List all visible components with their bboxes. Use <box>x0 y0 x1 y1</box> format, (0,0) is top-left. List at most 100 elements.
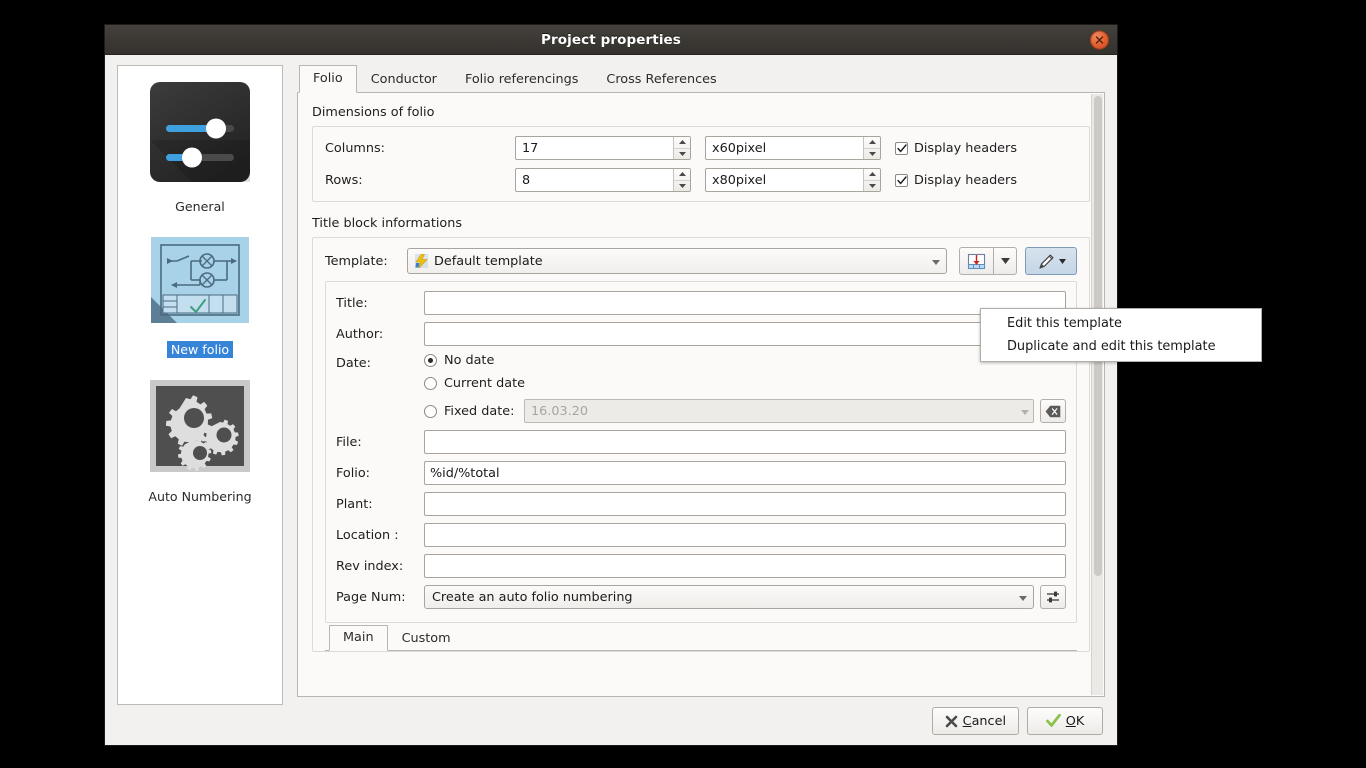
dimensions-group: Columns: 17 x60pixel Display headers Row… <box>312 126 1090 202</box>
spin-up-icon[interactable] <box>674 137 690 149</box>
rev-index-input[interactable] <box>424 554 1066 578</box>
date-option-current-date[interactable]: Current date <box>424 376 1066 391</box>
tab-bar: Folio Conductor Folio referencings Cross… <box>297 65 1105 93</box>
rows-display-headers-checkbox[interactable]: Display headers <box>895 173 1017 188</box>
columns-row: Columns: 17 x60pixel Display headers <box>325 136 1077 160</box>
columns-count-spinner[interactable] <box>515 136 691 160</box>
edit-template-button[interactable] <box>1025 247 1077 275</box>
import-titleblock-dropdown[interactable] <box>993 247 1017 275</box>
radio-label: No date <box>444 353 495 368</box>
page-num-config-button[interactable] <box>1040 585 1066 609</box>
file-field-row: File: <box>336 430 1066 454</box>
spin-down-icon[interactable] <box>674 149 690 160</box>
title-input[interactable] <box>424 291 1066 315</box>
columns-size-spin-buttons[interactable] <box>863 137 880 159</box>
radio-label: Current date <box>444 376 525 391</box>
columns-size-spinner[interactable] <box>705 136 881 160</box>
cancel-button[interactable]: Cancel <box>931 707 1019 735</box>
ok-rest: K <box>1075 713 1085 729</box>
rows-count-spin-buttons[interactable] <box>673 169 690 191</box>
checkbox-label: Display headers <box>914 140 1017 156</box>
spin-down-icon[interactable] <box>864 181 880 192</box>
page-num-value: Create an auto folio numbering <box>432 589 633 605</box>
date-option-no-date[interactable]: No date <box>424 353 1066 368</box>
tab-label: Folio <box>313 71 343 86</box>
subtab-label: Main <box>343 630 374 645</box>
chevron-down-icon <box>1019 590 1027 605</box>
columns-count-input[interactable] <box>516 137 673 159</box>
spin-up-icon[interactable] <box>864 137 880 149</box>
subtab-main[interactable]: Main <box>329 625 388 651</box>
radio-button <box>424 354 437 367</box>
rows-size-spin-buttons[interactable] <box>863 169 880 191</box>
date-option-fixed-date-row: Fixed date: 16.03.20 <box>424 399 1066 423</box>
spin-up-icon[interactable] <box>674 169 690 181</box>
sidebar-item-label: Auto Numbering <box>148 489 252 504</box>
project-properties-dialog: Project properties General New folio Aut… <box>104 24 1118 746</box>
import-titleblock-icon <box>967 253 986 269</box>
columns-label: Columns: <box>325 140 385 156</box>
cancel-rest: ancel <box>971 713 1006 729</box>
folio-field-row: Folio: <box>336 461 1066 485</box>
rows-count-spinner[interactable] <box>515 168 691 192</box>
ok-label: OK <box>1066 714 1084 729</box>
date-option-fixed-date[interactable]: Fixed date: <box>424 404 524 419</box>
main-panel: Folio Conductor Folio referencings Cross… <box>297 65 1105 697</box>
tab-conductor[interactable]: Conductor <box>357 66 451 93</box>
erase-icon <box>1045 405 1061 417</box>
file-input[interactable] <box>424 430 1066 454</box>
cross-icon <box>945 715 957 727</box>
close-glyph <box>1095 35 1104 44</box>
fixed-date-value: 16.03.20 <box>531 403 588 419</box>
menu-item-edit-this-template[interactable]: Edit this template <box>981 312 1261 335</box>
sidebar-item-new-folio[interactable]: New folio <box>118 235 282 358</box>
pencil-icon <box>1038 254 1053 269</box>
columns-display-headers-checkbox[interactable]: Display headers <box>895 141 1017 156</box>
tab-folio-referencings[interactable]: Folio referencings <box>451 66 592 93</box>
title-block-group: Template: Default template Title: Author… <box>312 237 1090 652</box>
tab-folio[interactable]: Folio <box>299 65 357 93</box>
radio-button <box>424 377 437 390</box>
rows-row: Rows: 8 x80pixel Display headers <box>325 168 1077 192</box>
import-titleblock-button[interactable] <box>959 247 993 275</box>
subtab-custom[interactable]: Custom <box>388 626 465 651</box>
cancel-label: Cancel <box>963 714 1006 729</box>
location-input[interactable] <box>424 523 1066 547</box>
close-icon[interactable] <box>1090 30 1109 49</box>
page-num-combobox[interactable]: Create an auto folio numbering <box>424 585 1034 609</box>
vertical-scrollbar[interactable] <box>1091 94 1103 695</box>
sidebar-item-label: New folio <box>166 341 234 358</box>
radio-button <box>424 404 437 418</box>
columns-count-spin-buttons[interactable] <box>673 137 690 159</box>
rows-count-input[interactable] <box>516 169 673 191</box>
folio-input[interactable] <box>424 461 1066 485</box>
template-combobox[interactable]: Default template <box>407 248 947 274</box>
window-titlebar: Project properties <box>105 25 1117 55</box>
plant-input[interactable] <box>424 492 1066 516</box>
author-input[interactable] <box>424 322 1066 346</box>
columns-size-input[interactable] <box>706 137 863 159</box>
menu-item-duplicate-and-edit-this-template[interactable]: Duplicate and edit this template <box>981 335 1261 358</box>
page-num-field-label: Page Num: <box>336 589 406 605</box>
clear-date-button[interactable] <box>1040 399 1066 423</box>
rows-size-spinner[interactable] <box>705 168 881 192</box>
sliders-icon <box>148 80 252 188</box>
sidebar-item-general[interactable]: General <box>118 80 282 215</box>
ok-button[interactable]: OK <box>1027 707 1103 735</box>
tab-cross-references[interactable]: Cross References <box>592 66 730 93</box>
author-field-label: Author: <box>336 326 384 342</box>
template-value: Default template <box>434 253 543 269</box>
ok-mnemonic: O <box>1065 713 1076 729</box>
page-num-field-row: Page Num: Create an auto folio numbering <box>336 585 1066 609</box>
sidebar-item-auto-numbering[interactable]: Auto Numbering <box>118 378 282 505</box>
schematic-folio-icon <box>147 235 253 331</box>
spin-down-icon[interactable] <box>674 181 690 192</box>
spin-down-icon[interactable] <box>864 149 880 160</box>
spin-up-icon[interactable] <box>864 169 880 181</box>
check-icon <box>896 143 907 152</box>
folio-settings-form: Dimensions of folio Columns: 17 x60pixel… <box>298 93 1104 696</box>
rows-size-input[interactable] <box>706 169 863 191</box>
check-icon <box>896 175 907 184</box>
title-field-row: Title: <box>336 291 1066 315</box>
sidebar-item-label: General <box>175 199 225 214</box>
